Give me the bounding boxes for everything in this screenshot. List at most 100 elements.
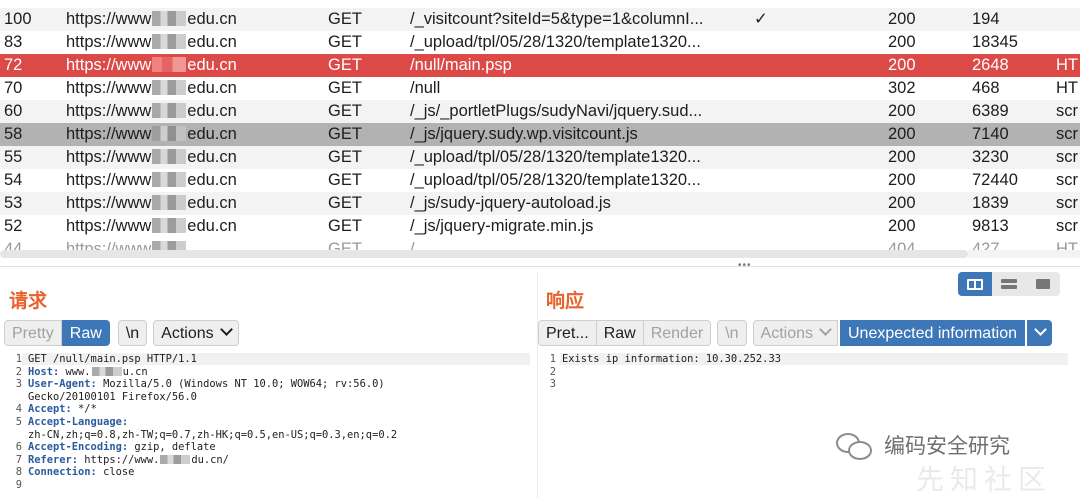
side-by-side-layout-button[interactable] bbox=[958, 272, 992, 296]
redaction-blur bbox=[152, 11, 187, 26]
header-value: www. bbox=[59, 365, 91, 378]
row-method: GET bbox=[328, 56, 362, 74]
table-row-selected[interactable]: 72 https://www edu.cn GET /null/main.psp … bbox=[0, 54, 1080, 77]
code-line: Referer: https://www. du.cn/ bbox=[28, 454, 229, 467]
table-row[interactable]: 54 https://www edu.cn GET /_upload/tpl/05… bbox=[0, 169, 1080, 192]
row-host: https://www edu.cn bbox=[66, 77, 316, 100]
header-name: Accept-Encoding: bbox=[28, 441, 129, 454]
code-line: User-Agent: Mozilla/5.0 (Windows NT 10.0… bbox=[28, 378, 385, 391]
proxy-history-table: 100 https://www edu.cn GET /_visitcount?s… bbox=[0, 8, 1080, 252]
row-mime: HT bbox=[1056, 56, 1078, 74]
response-editor[interactable]: 1 Exists ip information: 10.30.252.33 2 … bbox=[538, 353, 1068, 403]
code-line: Connection: close bbox=[28, 466, 134, 479]
row-number: 83 bbox=[4, 33, 23, 51]
row-number: 54 bbox=[4, 171, 23, 189]
row-number: 53 bbox=[4, 194, 23, 212]
line-number: 1 bbox=[15, 353, 22, 365]
chevron-down-icon bbox=[819, 323, 832, 336]
table-row[interactable]: 53 https://www edu.cn GET /_js/sudy-jquer… bbox=[0, 192, 1080, 215]
newline-toggle-button[interactable]: \n bbox=[717, 320, 747, 346]
stacked-layout-button[interactable] bbox=[992, 272, 1026, 296]
row-method: GET bbox=[328, 102, 362, 120]
header-value: Gecko/20100101 Firefox/56.0 bbox=[28, 390, 197, 403]
single-pane-icon bbox=[1036, 279, 1050, 289]
scrollbar-track[interactable] bbox=[968, 250, 1080, 258]
row-number: 55 bbox=[4, 148, 23, 166]
redaction-blur bbox=[152, 126, 187, 141]
code-line: Host: www. u.cn bbox=[28, 366, 148, 379]
chevron-down-icon bbox=[219, 323, 233, 336]
actions-label: Actions bbox=[760, 325, 813, 342]
host-prefix: https://www bbox=[66, 102, 152, 120]
redaction-blur bbox=[152, 218, 187, 233]
row-method: GET bbox=[328, 148, 362, 166]
line-number: 1 bbox=[549, 353, 556, 365]
row-method: GET bbox=[328, 33, 362, 51]
table-row[interactable]: 55 https://www edu.cn GET /_upload/tpl/05… bbox=[0, 146, 1080, 169]
request-pane-title: 请求 bbox=[9, 290, 48, 312]
row-status: 200 bbox=[888, 217, 916, 235]
extension-tab-unexpected-information[interactable]: Unexpected information bbox=[840, 320, 1025, 346]
row-status: 200 bbox=[888, 125, 916, 143]
row-url: /_js/jquery.sudy.wp.visitcount.js bbox=[410, 125, 638, 143]
host-prefix: https://www bbox=[66, 148, 152, 166]
host-suffix: edu.cn bbox=[187, 33, 237, 51]
row-url: /_visitcount?siteId=5&type=1&columnI... bbox=[410, 10, 704, 28]
host-suffix: edu.cn bbox=[187, 171, 237, 189]
header-name: Referer: bbox=[28, 453, 79, 466]
columns-icon bbox=[967, 278, 983, 290]
row-length: 6389 bbox=[972, 102, 1009, 120]
row-method: GET bbox=[328, 125, 362, 143]
row-number: 100 bbox=[4, 10, 32, 28]
row-host: https://www edu.cn bbox=[66, 169, 316, 192]
tab-raw[interactable]: Raw bbox=[61, 320, 110, 346]
request-editor[interactable]: 1 GET /null/main.psp HTTP/1.1 2 Host: ww… bbox=[4, 353, 530, 493]
table-row[interactable]: 52 https://www edu.cn GET /_js/jquery-mig… bbox=[0, 215, 1080, 238]
row-status: 200 bbox=[888, 102, 916, 120]
redaction-blur bbox=[152, 103, 187, 118]
actions-dropdown[interactable]: Actions bbox=[153, 320, 239, 346]
host-suffix: edu.cn bbox=[187, 217, 237, 235]
table-row[interactable]: 83 https://www edu.cn GET /_upload/tpl/05… bbox=[0, 31, 1080, 54]
tab-render[interactable]: Render bbox=[643, 320, 712, 346]
host-prefix: https://www bbox=[66, 217, 152, 235]
row-method: GET bbox=[328, 217, 362, 235]
row-url: /null bbox=[410, 79, 441, 97]
tab-pretty[interactable]: Pretty bbox=[4, 320, 62, 346]
host-suffix: edu.cn bbox=[187, 56, 237, 74]
extension-dropdown[interactable] bbox=[1026, 320, 1052, 346]
row-length: 1839 bbox=[972, 194, 1009, 212]
single-pane-layout-button[interactable] bbox=[1026, 272, 1060, 296]
host-prefix: https://www bbox=[66, 56, 152, 74]
line-number: 3 bbox=[549, 378, 556, 391]
row-length: 72440 bbox=[972, 171, 1018, 189]
table-row-highlighted[interactable]: 58 https://www edu.cn GET /_js/jquery.sud… bbox=[0, 123, 1080, 146]
newline-toggle-button[interactable]: \n bbox=[117, 320, 148, 346]
host-suffix: edu.cn bbox=[187, 148, 237, 166]
horizontal-scrollbar[interactable] bbox=[0, 250, 968, 258]
code-line: Accept-Language: bbox=[28, 416, 128, 429]
row-url: /_js/_portletPlugs/sudyNavi/jquery.sud..… bbox=[410, 102, 703, 120]
row-mime: scr bbox=[1056, 194, 1078, 212]
wechat-icon bbox=[836, 431, 872, 460]
row-url: /_upload/tpl/05/28/1320/template1320... bbox=[410, 171, 701, 189]
table-row[interactable]: 70 https://www edu.cn GET /null 302 468 H… bbox=[0, 77, 1080, 100]
tab-raw[interactable]: Raw bbox=[596, 320, 644, 346]
row-url: /_js/sudy-jquery-autoload.js bbox=[410, 194, 611, 212]
line-number: 4 bbox=[15, 403, 22, 416]
table-row[interactable]: 60 https://www edu.cn GET /_js/_portletPl… bbox=[0, 100, 1080, 123]
actions-dropdown[interactable]: Actions bbox=[752, 320, 838, 346]
row-status: 200 bbox=[888, 10, 916, 28]
row-mime: scr bbox=[1056, 217, 1078, 235]
tab-pretty[interactable]: Pret... bbox=[538, 320, 597, 346]
row-number: 52 bbox=[4, 217, 23, 235]
row-mime: scr bbox=[1056, 102, 1078, 120]
redaction-blur bbox=[91, 366, 122, 376]
row-url: /null/main.psp bbox=[410, 56, 512, 74]
row-status: 200 bbox=[888, 148, 916, 166]
row-status: 200 bbox=[888, 171, 916, 189]
row-url: /_upload/tpl/05/28/1320/template1320... bbox=[410, 148, 701, 166]
response-view-toolbar: Pret... Raw Render \n Actions Unexpected… bbox=[538, 320, 1052, 346]
table-row[interactable]: 100 https://www edu.cn GET /_visitcount?s… bbox=[0, 8, 1080, 31]
redaction-blur bbox=[152, 34, 187, 49]
